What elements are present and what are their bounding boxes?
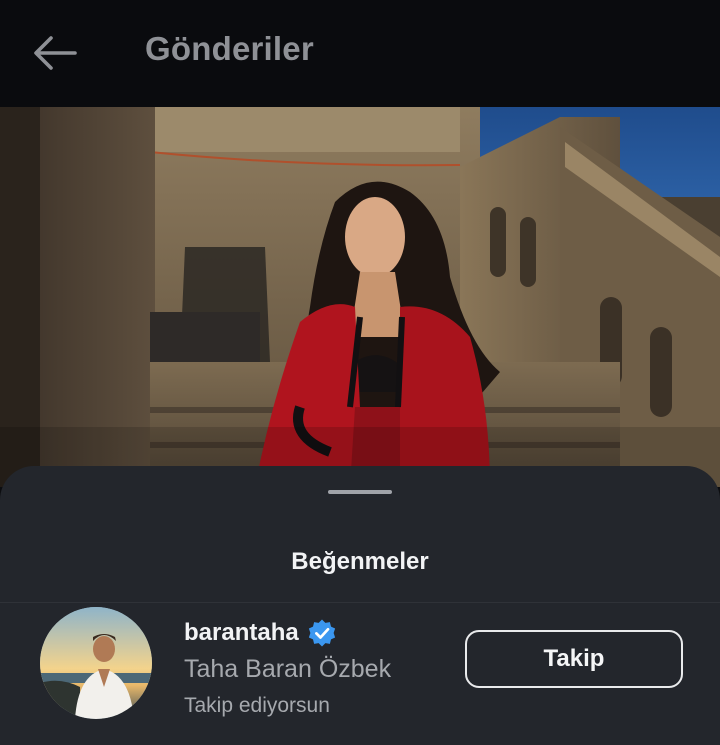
full-name: Taha Baran Özbek (184, 655, 392, 683)
verified-badge-icon (308, 619, 335, 647)
username-wrap[interactable]: barantaha (184, 618, 337, 648)
post-image[interactable] (0, 107, 720, 487)
follow-status: Takip ediyorsun (184, 694, 330, 717)
arrow-left-icon (34, 36, 77, 70)
sheet-title: Beğenmeler (291, 548, 429, 575)
likes-sheet: Beğenmeler barantaha Taha Baran Özbek Ta… (0, 466, 720, 745)
back-button[interactable] (22, 26, 88, 80)
top-bar: Gönderiler (0, 0, 720, 107)
follow-button[interactable]: Takip (465, 630, 683, 688)
drag-handle[interactable] (328, 490, 392, 494)
page-title: Gönderiler (145, 30, 314, 67)
username[interactable]: barantaha (184, 619, 299, 647)
like-row[interactable]: barantaha Taha Baran Özbek Takip ediyors… (0, 603, 720, 745)
avatar[interactable] (40, 607, 152, 719)
screen: Gönderiler Beğenmeler barantaha Taha Bar… (0, 0, 720, 745)
